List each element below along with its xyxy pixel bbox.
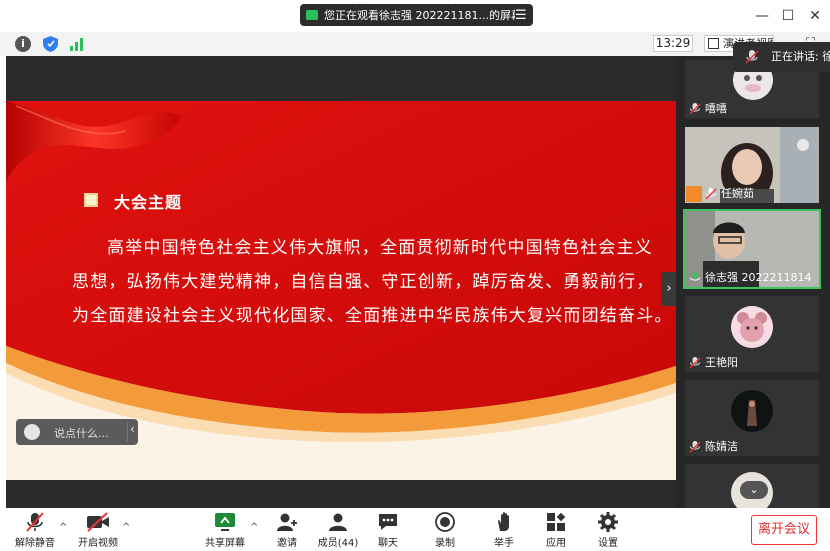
- collapse-sidebar-button[interactable]: ›: [661, 272, 677, 306]
- participant-video-tile[interactable]: 任婉茹: [685, 127, 819, 203]
- avatar: [731, 306, 773, 348]
- record-button[interactable]: 录制: [420, 512, 470, 549]
- raise-hand-label: 举手: [494, 538, 514, 549]
- leave-meeting-button[interactable]: 离开会议: [751, 515, 817, 545]
- participant-video-tile-active[interactable]: 徐志强 2022211814: [683, 209, 821, 289]
- apps-grid-icon: [544, 512, 568, 532]
- chat-bubble-icon: [376, 512, 400, 532]
- members-button[interactable]: 成员(44): [313, 512, 363, 549]
- invite-label: 邀请: [277, 538, 297, 549]
- network-signal-icon[interactable]: [70, 37, 84, 51]
- participant-tile[interactable]: 王艳阳: [685, 296, 819, 372]
- gear-icon: [596, 512, 620, 532]
- avatar: [731, 390, 773, 432]
- participant-name: 徐志强 2022211814: [705, 271, 812, 284]
- chat-button[interactable]: 聊天: [363, 512, 413, 549]
- view-grid-icon: [708, 38, 719, 49]
- raise-hand-button[interactable]: 举手: [479, 512, 529, 549]
- record-icon: [433, 512, 457, 532]
- speaking-mic-icon: [745, 50, 759, 64]
- chat-placeholder: 说点什么...: [54, 427, 109, 440]
- muted-mic-icon: [23, 512, 47, 532]
- sharing-indicator-icon: [306, 10, 318, 20]
- apps-button[interactable]: 应用: [531, 512, 581, 549]
- share-screen-button[interactable]: 共享屏幕: [200, 512, 250, 549]
- share-banner-text: 您正在观看徐志强 202221181...的屏幕: [324, 9, 515, 22]
- close-button[interactable]: ✕: [805, 7, 825, 25]
- chat-label: 聊天: [378, 538, 398, 549]
- share-screen-icon: [213, 512, 237, 532]
- record-label: 录制: [435, 538, 455, 549]
- banner-menu-icon[interactable]: ☰: [515, 9, 527, 22]
- chevron-up-icon[interactable]: ^: [250, 522, 258, 533]
- invite-button[interactable]: 邀请: [262, 512, 312, 549]
- screen-share-banner[interactable]: 您正在观看徐志强 202221181...的屏幕 ☰: [300, 4, 533, 26]
- info-icon[interactable]: i: [15, 36, 31, 52]
- emoji-icon[interactable]: [24, 424, 40, 440]
- invite-person-icon: [275, 512, 299, 532]
- video-off-icon: [86, 512, 110, 532]
- participant-name: 任婉茹: [721, 187, 754, 200]
- minimize-button[interactable]: —: [752, 7, 772, 25]
- unmute-button[interactable]: 解除静音: [10, 512, 60, 549]
- members-icon: [326, 512, 350, 532]
- security-shield-icon[interactable]: [43, 36, 58, 52]
- participant-name: 王艳阳: [705, 356, 738, 369]
- unmute-label: 解除静音: [15, 538, 55, 549]
- slide-title: 大会主题: [114, 193, 183, 212]
- meeting-clock: 13:29: [653, 35, 693, 52]
- participant-tile[interactable]: 陈婧洁: [685, 380, 819, 456]
- current-speaker-indicator: 正在讲话: 徐: [733, 42, 830, 72]
- settings-button[interactable]: 设置: [583, 512, 633, 549]
- chevron-up-icon[interactable]: ^: [59, 522, 67, 533]
- chevron-up-icon[interactable]: ^: [122, 522, 130, 533]
- start-video-label: 开启视频: [78, 538, 118, 549]
- apps-label: 应用: [546, 538, 566, 549]
- start-video-button[interactable]: 开启视频: [73, 512, 123, 549]
- scroll-down-button[interactable]: ⌄: [740, 481, 768, 499]
- chevron-left-icon[interactable]: ‹: [130, 422, 135, 436]
- raise-hand-icon: [492, 512, 516, 532]
- divider: [127, 422, 128, 442]
- speaking-label: 正在讲话: 徐: [771, 50, 830, 63]
- slide-text-line-1: 高举中国特色社会主义伟大旗帜，全面贯彻新时代中国特色社会主义: [107, 238, 653, 258]
- share-screen-label: 共享屏幕: [205, 538, 245, 549]
- title-bullet-icon: [84, 193, 98, 207]
- slide-text-line-3: 为全面建设社会主义现代化国家、全面推进中华民族伟大复兴而团结奋斗。: [72, 306, 673, 326]
- chat-quick-input[interactable]: 说点什么... ‹: [16, 419, 138, 445]
- members-label: 成员(44): [317, 538, 359, 549]
- participant-name: 嘻嘻: [705, 102, 727, 115]
- settings-label: 设置: [598, 538, 618, 549]
- maximize-button[interactable]: ☐: [778, 7, 798, 25]
- participant-name: 陈婧洁: [705, 440, 738, 453]
- slide-text-line-2: 思想，弘扬伟大建党精神，自信自强、守正创新，踔厉奋发、勇毅前行，: [72, 272, 655, 292]
